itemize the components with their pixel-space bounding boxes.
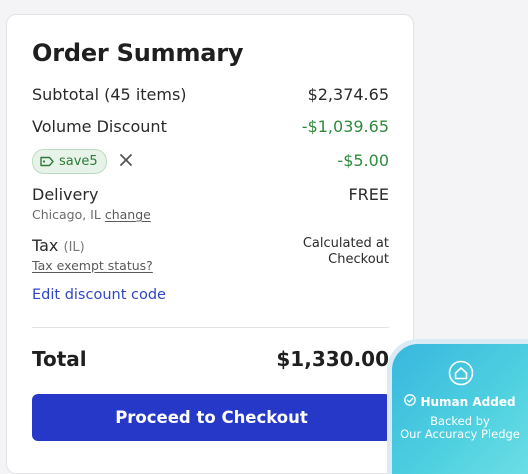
order-summary-title: Order Summary: [32, 39, 244, 67]
tax-row: Tax (IL) Tax exempt status? Calculated a…: [32, 236, 389, 273]
delivery-row: Delivery Chicago, IL change FREE: [32, 185, 389, 222]
total-value: $1,330.00: [276, 347, 389, 371]
tag-icon: [40, 156, 54, 167]
badge-line1: Backed by: [430, 414, 490, 428]
tax-label-line: Tax (IL): [32, 236, 153, 255]
delivery-label: Delivery: [32, 185, 99, 204]
subtotal-value: $2,374.65: [307, 85, 389, 104]
check-circle-icon: [404, 394, 417, 409]
volume-discount-row: Volume Discount -$1,039.65: [32, 117, 389, 136]
total-label: Total: [32, 347, 87, 371]
volume-discount-label: Volume Discount: [32, 117, 167, 136]
tax-note-line2: Checkout: [328, 252, 389, 267]
proceed-to-checkout-button[interactable]: Proceed to Checkout: [32, 394, 391, 441]
promo-code-group: save5: [32, 149, 135, 174]
tax-exempt-link[interactable]: Tax exempt status?: [32, 258, 153, 273]
delivery-location-line: Chicago, IL change: [32, 207, 151, 222]
volume-discount-value: -$1,039.65: [301, 117, 389, 136]
badge-title: Human Added: [420, 394, 516, 409]
tax-label: Tax: [32, 236, 59, 255]
delivery-info: Delivery Chicago, IL change: [32, 185, 151, 222]
tax-info: Tax (IL) Tax exempt status?: [32, 236, 153, 273]
order-summary-card: Order Summary Subtotal (45 items) $2,374…: [6, 14, 414, 474]
delivery-location: Chicago, IL: [32, 207, 101, 222]
subtotal-label: Subtotal (45 items): [32, 85, 187, 104]
close-icon: [119, 152, 133, 171]
house-icon: [448, 360, 474, 390]
badge-title-line: Human Added: [392, 394, 528, 409]
promo-row: save5 -$5.00: [32, 149, 389, 174]
delivery-value: FREE: [348, 185, 389, 204]
change-location-link[interactable]: change: [105, 207, 151, 222]
tax-region: (IL): [63, 240, 85, 255]
promo-code-chip: save5: [32, 149, 107, 174]
total-row: Total $1,330.00: [32, 347, 389, 371]
tax-exempt-line: Tax exempt status?: [32, 258, 153, 273]
edit-discount-code-link[interactable]: Edit discount code: [32, 287, 166, 303]
divider: [32, 327, 389, 328]
badge-line2: Our Accuracy Pledge: [400, 427, 520, 441]
promo-discount-value: -$5.00: [337, 151, 389, 170]
subtotal-row: Subtotal (45 items) $2,374.65: [32, 85, 389, 104]
promo-code-label: save5: [59, 154, 98, 169]
tax-note: Calculated at Checkout: [303, 236, 389, 268]
remove-promo-button[interactable]: [117, 153, 135, 171]
tax-note-line1: Calculated at: [302, 236, 389, 251]
